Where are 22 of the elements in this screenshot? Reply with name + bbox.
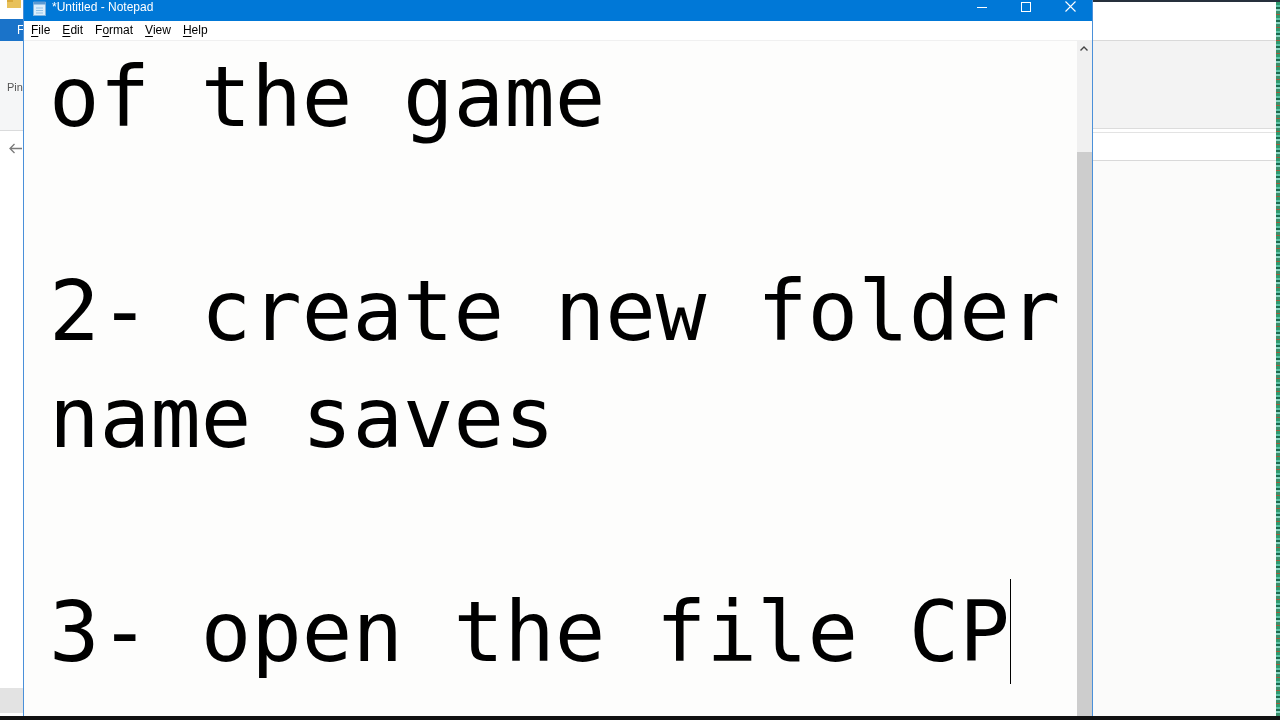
paragraph-text: 3- open the file CP	[49, 583, 1010, 681]
address-bar[interactable]	[1093, 132, 1276, 161]
maximize-icon	[1021, 2, 1031, 12]
menu-item[interactable]: Edit	[56, 21, 90, 40]
close-icon	[1064, 1, 1076, 12]
window-title: *Untitled - Notepad	[52, 0, 154, 14]
ribbon-tab[interactable]: F	[17, 23, 23, 37]
scrollbar-thumb[interactable]	[1077, 152, 1092, 716]
folder-icon	[7, 0, 21, 8]
back-arrow-icon[interactable]	[9, 143, 22, 154]
vertical-scrollbar[interactable]	[1077, 41, 1092, 716]
paragraph-text: of the game	[49, 48, 606, 146]
menu-item[interactable]: Format	[89, 21, 140, 40]
minimize-icon	[977, 7, 987, 8]
ribbon-button-label[interactable]: Pin	[7, 81, 23, 93]
menu-item[interactable]: Help	[176, 21, 214, 40]
menu-item[interactable]: File	[25, 21, 57, 40]
notepad-icon	[33, 1, 46, 16]
scroll-up-icon[interactable]	[1080, 46, 1088, 51]
status-strip	[0, 688, 23, 713]
paragraph-text: 2- create new folder name saves	[49, 262, 1061, 467]
menu-item[interactable]: View	[139, 21, 177, 40]
